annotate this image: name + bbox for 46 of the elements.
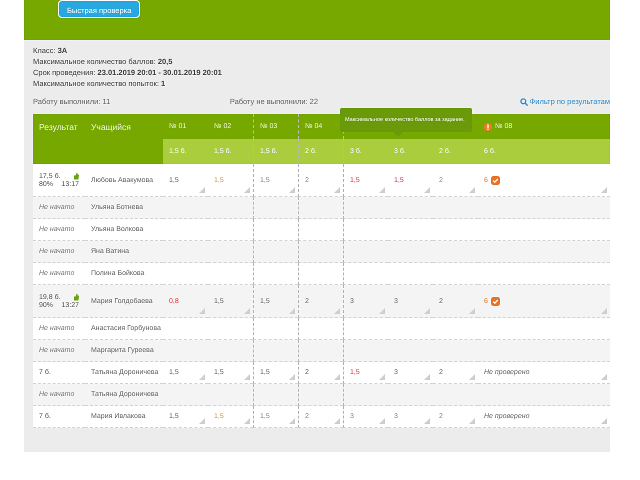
corner-icon: [424, 374, 430, 380]
corner-icon: [199, 374, 205, 380]
corner-icon: [289, 418, 295, 424]
corner-icon: [334, 374, 340, 380]
corner-icon: [379, 308, 385, 314]
corner-icon: [424, 308, 430, 314]
corner-icon: [289, 308, 295, 314]
corner-icon: [334, 418, 340, 424]
table-cell: [343, 219, 388, 241]
table-cell: [208, 219, 253, 241]
corner-icon: [601, 308, 607, 314]
table-cell: [253, 241, 298, 263]
alert-icon: [484, 122, 492, 130]
corner-icon: [469, 187, 475, 193]
corner-icon: [334, 187, 340, 193]
column-header: Учащийся: [85, 114, 163, 164]
corner-icon: [469, 418, 475, 424]
corner-icon: [601, 418, 607, 424]
table-cell: [343, 241, 388, 263]
corner-icon: [199, 187, 205, 193]
table-cell: [253, 219, 298, 241]
corner-icon: [379, 418, 385, 424]
corner-icon: [244, 308, 250, 314]
corner-icon: [244, 374, 250, 380]
thumb-icon: [73, 172, 79, 180]
table-cell: [298, 241, 343, 263]
corner-icon: [199, 418, 205, 424]
corner-icon: [424, 418, 430, 424]
table-cell: [208, 241, 253, 263]
corner-icon: [289, 187, 295, 193]
corner-icon: [469, 374, 475, 380]
corner-icon: [601, 374, 607, 380]
corner-icon: [601, 187, 607, 193]
corner-icon: [244, 187, 250, 193]
search-icon: [520, 98, 528, 106]
thumb-icon: [73, 293, 79, 301]
column-header: Результат: [33, 114, 85, 164]
corner-icon: [469, 308, 475, 314]
table-cell: [298, 219, 343, 241]
corner-icon: [424, 187, 430, 193]
corner-icon: [199, 308, 205, 314]
corner-icon: [289, 374, 295, 380]
corner-icon: [379, 374, 385, 380]
corner-icon: [244, 418, 250, 424]
corner-icon: [379, 187, 385, 193]
corner-icon: [334, 308, 340, 314]
